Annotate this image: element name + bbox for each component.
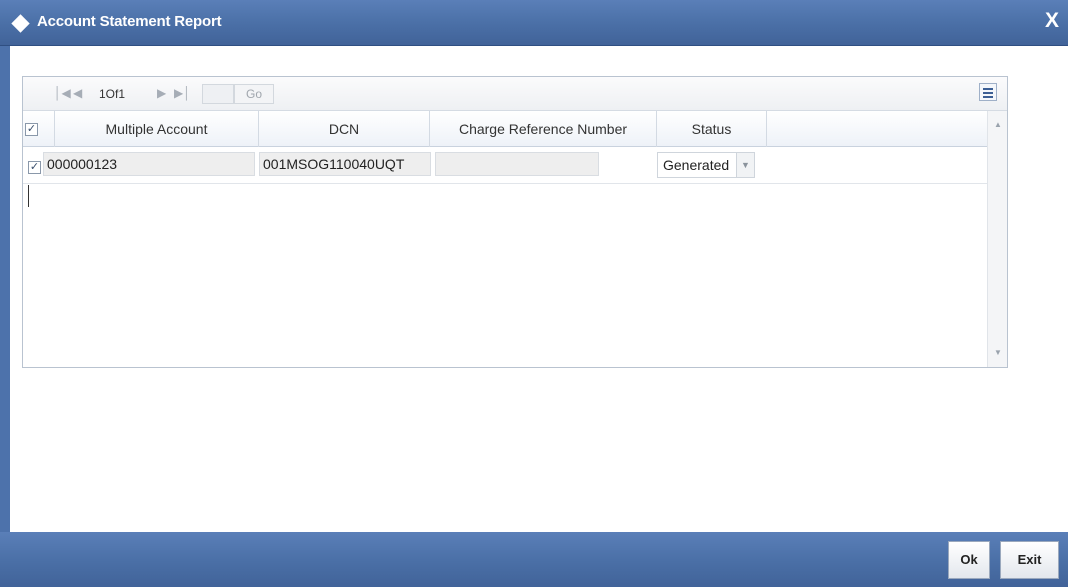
account-statement-grid: │◀ ◀ 1Of1 ▶ ▶│ Go ✓ Multiple Account DCN…	[22, 76, 1008, 368]
left-edge-bar	[0, 46, 10, 532]
text-cursor	[28, 185, 29, 207]
select-all-cell: ✓	[23, 111, 55, 147]
page-number-input[interactable]	[202, 84, 234, 104]
next-page-icon[interactable]: ▶	[157, 86, 166, 100]
exit-button[interactable]: Exit	[1000, 541, 1059, 579]
previous-page-icon[interactable]: ◀	[73, 86, 82, 100]
status-select[interactable]: Generated ▼	[657, 152, 755, 178]
status-value: Generated	[663, 157, 730, 173]
diamond-icon	[11, 14, 30, 33]
column-header-charge-reference-number[interactable]: Charge Reference Number	[430, 111, 657, 147]
go-button[interactable]: Go	[234, 84, 274, 104]
window-title: Account Statement Report	[37, 13, 222, 30]
table-row: ✓ 000000123 001MSOG110040UQT Generated ▼	[23, 148, 1007, 184]
pagination-toolbar: │◀ ◀ 1Of1 ▶ ▶│ Go	[23, 77, 1007, 111]
dcn-field[interactable]: 001MSOG110040UQT	[259, 152, 431, 176]
close-button[interactable]: X	[1045, 9, 1059, 33]
column-header-dcn[interactable]: DCN	[259, 111, 430, 147]
ok-button[interactable]: Ok	[948, 541, 990, 579]
column-header-status[interactable]: Status	[657, 111, 767, 147]
scroll-down-icon[interactable]: ▼	[988, 345, 1008, 361]
column-settings-icon[interactable]	[979, 83, 997, 101]
scroll-up-icon[interactable]: ▲	[988, 117, 1008, 133]
title-bar: Account Statement Report X	[0, 0, 1068, 46]
chevron-down-icon[interactable]: ▼	[736, 153, 754, 177]
multiple-account-field[interactable]: 000000123	[43, 152, 255, 176]
vertical-scrollbar[interactable]: ▲ ▼	[987, 111, 1007, 367]
select-all-checkbox[interactable]: ✓	[25, 123, 38, 136]
row-checkbox[interactable]: ✓	[28, 161, 41, 174]
last-page-icon[interactable]: ▶│	[174, 86, 191, 100]
footer-bar: Ok Exit	[0, 532, 1068, 587]
table-header: ✓ Multiple Account DCN Charge Reference …	[23, 111, 1007, 147]
page-indicator: 1Of1	[99, 87, 126, 101]
first-page-icon[interactable]: │◀	[54, 86, 71, 100]
column-header-multiple-account[interactable]: Multiple Account	[55, 111, 259, 147]
charge-reference-number-field[interactable]	[435, 152, 599, 176]
